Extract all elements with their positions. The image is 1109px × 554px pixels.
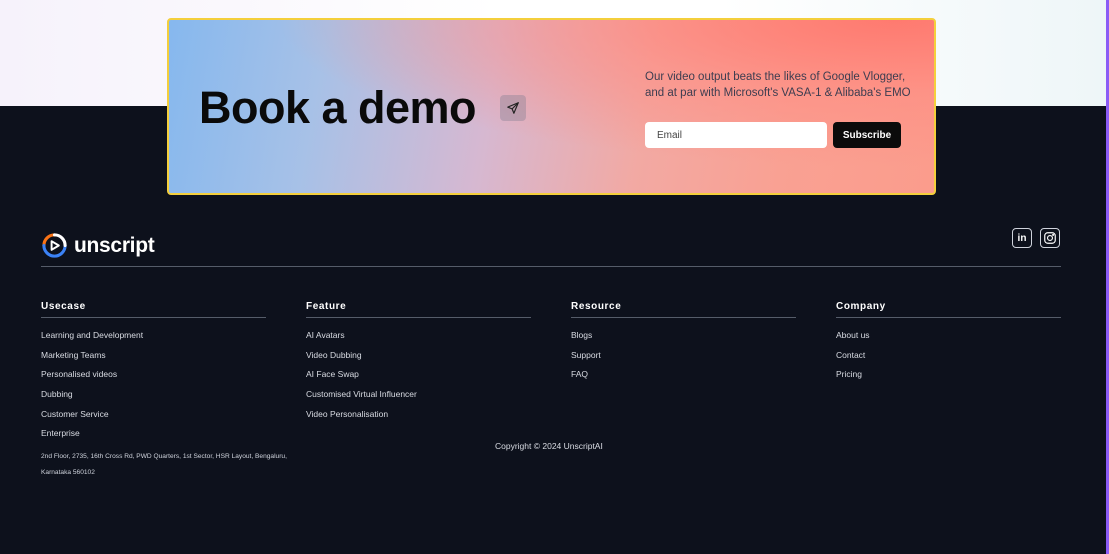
footer-link[interactable]: About us — [836, 329, 1061, 349]
footer-link[interactable]: Video Personalisation — [306, 408, 531, 428]
column-heading: Feature — [306, 301, 531, 318]
brand-name: unscript — [74, 233, 155, 257]
footer-link[interactable]: Video Dubbing — [306, 349, 531, 369]
footer-link[interactable]: FAQ — [571, 368, 796, 388]
demo-description: Our video output beats the likes of Goog… — [645, 71, 911, 99]
footer-link[interactable]: AI Avatars — [306, 329, 531, 349]
footer-link[interactable]: Customised Virtual Influencer — [306, 388, 531, 408]
subscribe-button[interactable]: Subscribe — [833, 122, 901, 148]
brand-logo[interactable]: unscript — [41, 232, 155, 259]
footer-link[interactable]: Customer Service — [41, 408, 266, 428]
footer-column-feature: Feature AI Avatars Video Dubbing AI Face… — [306, 301, 531, 427]
footer-divider — [41, 266, 1061, 267]
column-heading: Resource — [571, 301, 796, 318]
footer-column-company: Company About us Contact Pricing — [836, 301, 1061, 388]
company-address: 2nd Floor, 2735, 16th Cross Rd, PWD Quar… — [41, 453, 287, 476]
footer-link[interactable]: Learning and Development — [41, 329, 266, 349]
footer-link[interactable]: Enterprise — [41, 427, 266, 447]
footer-link[interactable]: Personalised videos — [41, 368, 266, 388]
footer-link[interactable]: Marketing Teams — [41, 349, 266, 369]
footer-link[interactable]: AI Face Swap — [306, 368, 531, 388]
book-demo-card: Book a demo Our video output beats the l… — [167, 18, 936, 195]
email-field[interactable] — [645, 122, 827, 148]
footer-link[interactable]: Blogs — [571, 329, 796, 349]
column-heading: Company — [836, 301, 1061, 318]
instagram-icon — [1044, 232, 1056, 244]
instagram-link[interactable] — [1040, 228, 1060, 248]
demo-title: Book a demo — [199, 82, 477, 133]
linkedin-link[interactable]: in — [1012, 228, 1032, 248]
copyright-text: Copyright © 2024 UnscriptAI — [495, 441, 603, 451]
footer-link[interactable]: Contact — [836, 349, 1061, 369]
unscript-logo-icon — [42, 233, 67, 258]
send-button[interactable] — [500, 95, 526, 121]
footer-link[interactable]: Dubbing — [41, 388, 266, 408]
footer-link[interactable]: Support — [571, 349, 796, 369]
column-heading: Usecase — [41, 301, 266, 318]
footer-column-usecase: Usecase Learning and Development Marketi… — [41, 301, 266, 447]
linkedin-icon: in — [1017, 232, 1027, 244]
footer-link[interactable]: Pricing — [836, 368, 1061, 388]
footer-column-resource: Resource Blogs Support FAQ — [571, 301, 796, 388]
send-icon — [507, 102, 519, 114]
